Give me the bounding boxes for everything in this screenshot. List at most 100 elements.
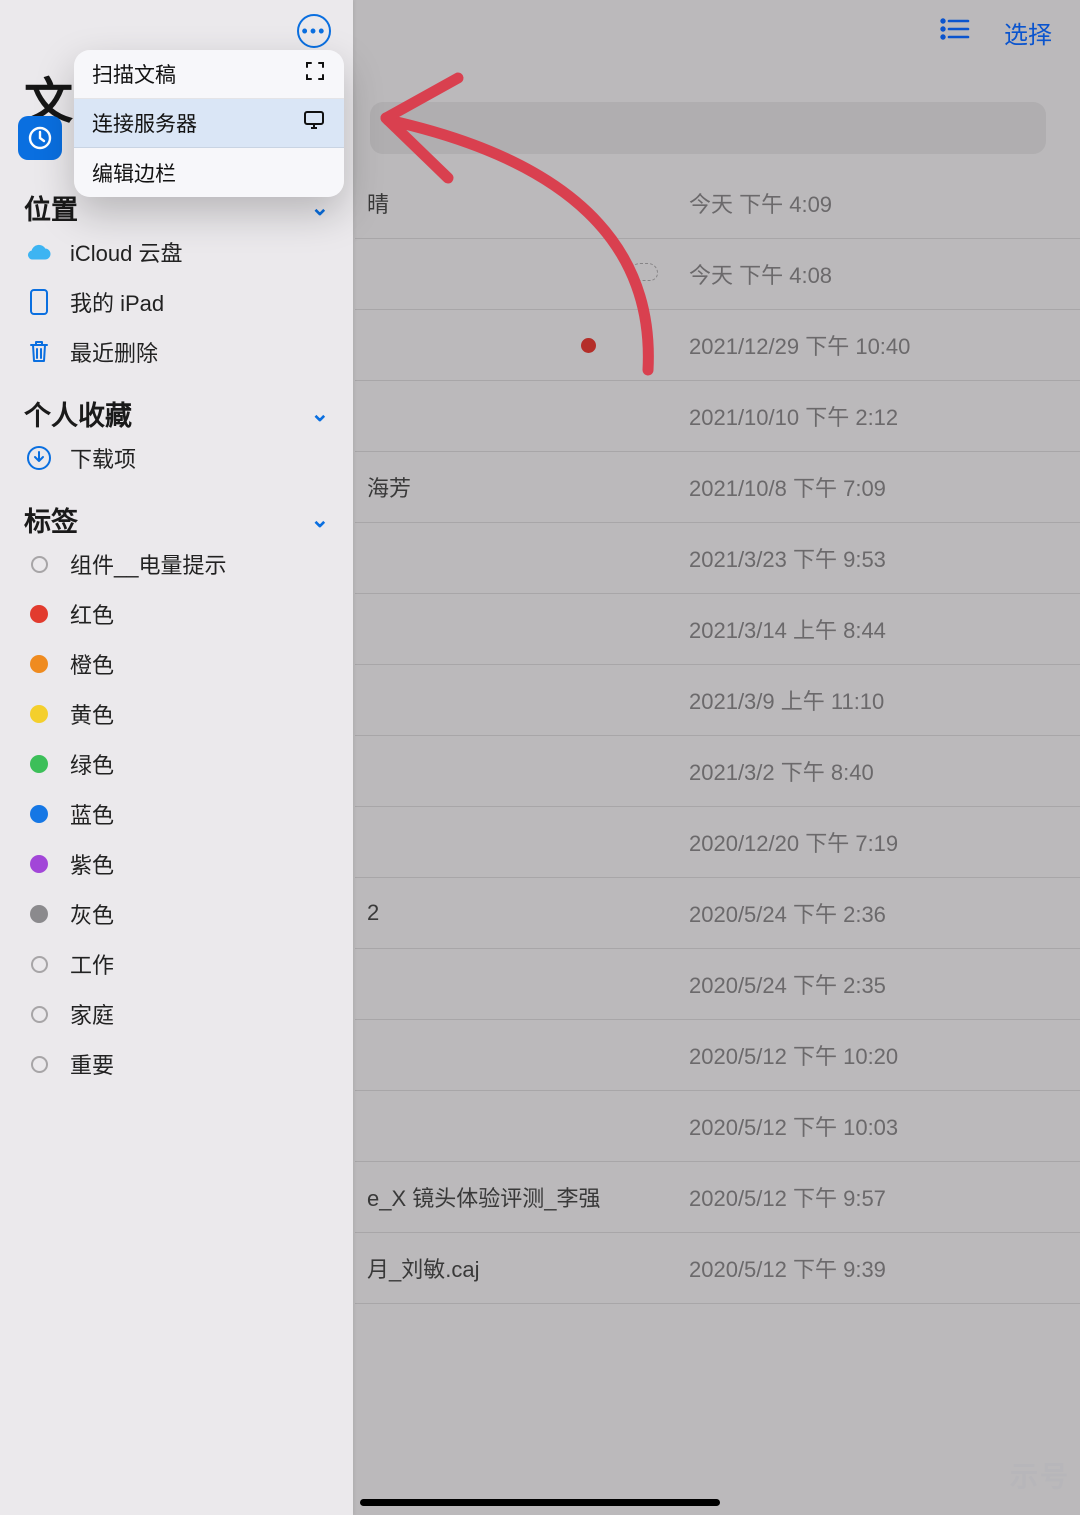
popover-item[interactable]: 编辑边栏 — [74, 148, 344, 197]
file-date: 2020/12/20 下午 7:19 — [689, 826, 898, 858]
file-row[interactable]: 2021/3/14 上午 8:44 — [355, 594, 1080, 665]
scan-icon — [304, 60, 326, 88]
tag-color-dot — [30, 805, 48, 823]
popover-item[interactable]: 扫描文稿 — [74, 50, 344, 99]
sidebar-item-label: 绿色 — [70, 748, 114, 780]
file-date: 2020/5/24 下午 2:35 — [689, 968, 886, 1000]
popover-item-label: 连接服务器 — [92, 108, 197, 138]
popover-item-label: 扫描文稿 — [92, 59, 176, 89]
tag-color-dot — [30, 655, 48, 673]
file-date: 2020/5/24 下午 2:36 — [689, 897, 886, 929]
file-row[interactable]: 2021/10/10 下午 2:12 — [355, 381, 1080, 452]
favorites-header-label: 个人收藏 — [24, 394, 132, 433]
chevron-down-icon: ⌄ — [311, 401, 329, 427]
tag-ring-icon — [31, 1006, 48, 1023]
ipad-icon — [24, 288, 54, 316]
sidebar-item-label: 工作 — [70, 948, 114, 980]
tag-color-dot — [30, 755, 48, 773]
file-row[interactable]: 2020/5/24 下午 2:35 — [355, 949, 1080, 1020]
sidebar-item-label: 我的 iPad — [70, 286, 164, 318]
file-date: 今天 下午 4:08 — [689, 258, 832, 290]
trash-icon — [24, 339, 54, 365]
file-list: 晴今天 下午 4:09 今天 下午 4:08 2021/12/29 下午 10:40… — [355, 168, 1080, 1304]
download-icon — [24, 445, 54, 471]
sidebar-tag-item[interactable]: 紫色 — [0, 839, 353, 889]
file-date: 2020/5/12 下午 10:20 — [689, 1039, 898, 1071]
sidebar-item-label: 黄色 — [70, 698, 114, 730]
sidebar-item-label: 灰色 — [70, 898, 114, 930]
sidebar-tag-item[interactable]: 重要 — [0, 1039, 353, 1089]
search-input[interactable] — [370, 102, 1046, 154]
tags-header[interactable]: 标签 ⌄ — [0, 500, 353, 539]
file-date: 2020/5/12 下午 9:39 — [689, 1252, 886, 1284]
file-row[interactable]: 海芳2021/10/8 下午 7:09 — [355, 452, 1080, 523]
file-date: 2020/5/12 下午 9:57 — [689, 1181, 886, 1213]
sidebar-tag-item[interactable]: 橙色 — [0, 639, 353, 689]
sidebar-item-download[interactable]: 下载项 — [0, 433, 353, 483]
file-date: 2021/3/23 下午 9:53 — [689, 542, 886, 574]
tag-color-dot — [30, 855, 48, 873]
sidebar-tag-item[interactable]: 工作 — [0, 939, 353, 989]
file-row[interactable]: 2020/5/12 下午 10:20 — [355, 1020, 1080, 1091]
home-indicator — [360, 1499, 720, 1506]
recents-selected-icon[interactable] — [18, 116, 62, 160]
file-row[interactable]: 月_刘敏.caj2020/5/12 下午 9:39 — [355, 1233, 1080, 1304]
sidebar-tag-item[interactable]: 家庭 — [0, 989, 353, 1039]
tag-color-dot — [30, 705, 48, 723]
file-row[interactable]: 2020/5/12 下午 10:03 — [355, 1091, 1080, 1162]
popover-item-label: 编辑边栏 — [92, 158, 176, 188]
sidebar-item-label: 组件__电量提示 — [70, 548, 226, 580]
view-mode-list-icon[interactable] — [940, 17, 970, 48]
tag-color-dot — [30, 905, 48, 923]
sidebar-item-label: 紫色 — [70, 848, 114, 880]
sidebar-item-label: 橙色 — [70, 648, 114, 680]
locations-header-label: 位置 — [24, 188, 78, 227]
file-row[interactable]: 今天 下午 4:08 — [355, 239, 1080, 310]
file-date: 2021/3/14 上午 8:44 — [689, 613, 886, 645]
file-date: 2021/12/29 下午 10:40 — [689, 329, 910, 361]
file-row[interactable]: 晴今天 下午 4:09 — [355, 168, 1080, 239]
sidebar-item-label: iCloud 云盘 — [70, 236, 182, 268]
tag-ring-icon — [31, 1056, 48, 1073]
sidebar-tag-item[interactable]: 黄色 — [0, 689, 353, 739]
sidebar-item-label: 家庭 — [70, 998, 114, 1030]
file-date: 2021/3/9 上午 11:10 — [689, 684, 884, 716]
sidebar-tag-item[interactable]: 绿色 — [0, 739, 353, 789]
file-row[interactable]: 2021/3/9 上午 11:10 — [355, 665, 1080, 736]
tag-red-dot — [581, 338, 596, 353]
popover-item[interactable]: 连接服务器 — [74, 99, 344, 148]
file-row[interactable]: 2021/3/23 下午 9:53 — [355, 523, 1080, 594]
sidebar-actions-popover: 扫描文稿连接服务器编辑边栏 — [74, 50, 344, 197]
file-date: 2021/10/10 下午 2:12 — [689, 400, 898, 432]
sidebar-tag-item[interactable]: 组件__电量提示 — [0, 539, 353, 589]
chevron-down-icon: ⌄ — [311, 507, 329, 533]
file-date: 2021/3/2 下午 8:40 — [689, 755, 874, 787]
tag-color-dot — [30, 605, 48, 623]
file-row[interactable]: 22020/5/24 下午 2:36 — [355, 878, 1080, 949]
sidebar-tag-item[interactable]: 红色 — [0, 589, 353, 639]
sidebar-item-label: 下载项 — [70, 442, 136, 474]
sidebar-item-label: 蓝色 — [70, 798, 114, 830]
cloud-download-icon — [630, 263, 658, 281]
file-row[interactable]: 2020/12/20 下午 7:19 — [355, 807, 1080, 878]
tag-ring-icon — [31, 956, 48, 973]
monitor-icon — [302, 109, 326, 137]
file-row[interactable]: 2021/12/29 下午 10:40 — [355, 310, 1080, 381]
file-date: 今天 下午 4:09 — [689, 187, 832, 219]
file-row[interactable]: e_X 镜头体验评测_李强2020/5/12 下午 9:57 — [355, 1162, 1080, 1233]
select-button[interactable]: 选择 — [1004, 15, 1052, 50]
favorites-header[interactable]: 个人收藏 ⌄ — [0, 394, 353, 433]
sidebar-tag-item[interactable]: 蓝色 — [0, 789, 353, 839]
sidebar-item-cloud[interactable]: iCloud 云盘 — [0, 227, 353, 277]
file-row[interactable]: 2021/3/2 下午 8:40 — [355, 736, 1080, 807]
sidebar-item-ipad[interactable]: 我的 iPad — [0, 277, 353, 327]
file-date: 2020/5/12 下午 10:03 — [689, 1110, 898, 1142]
sidebar-tag-item[interactable]: 灰色 — [0, 889, 353, 939]
sidebar-item-trash[interactable]: 最近删除 — [0, 327, 353, 377]
sidebar: ••• 文 位置 ⌄ iCloud 云盘我的 iPad最近删除 个人收藏 ⌄ 下… — [0, 0, 353, 1515]
sidebar-item-label: 重要 — [70, 1048, 114, 1080]
tags-header-label: 标签 — [24, 500, 78, 539]
sidebar-more-button[interactable]: ••• — [297, 14, 331, 48]
watermark: 示号 — [1010, 1455, 1070, 1495]
file-date: 2021/10/8 下午 7:09 — [689, 471, 886, 503]
